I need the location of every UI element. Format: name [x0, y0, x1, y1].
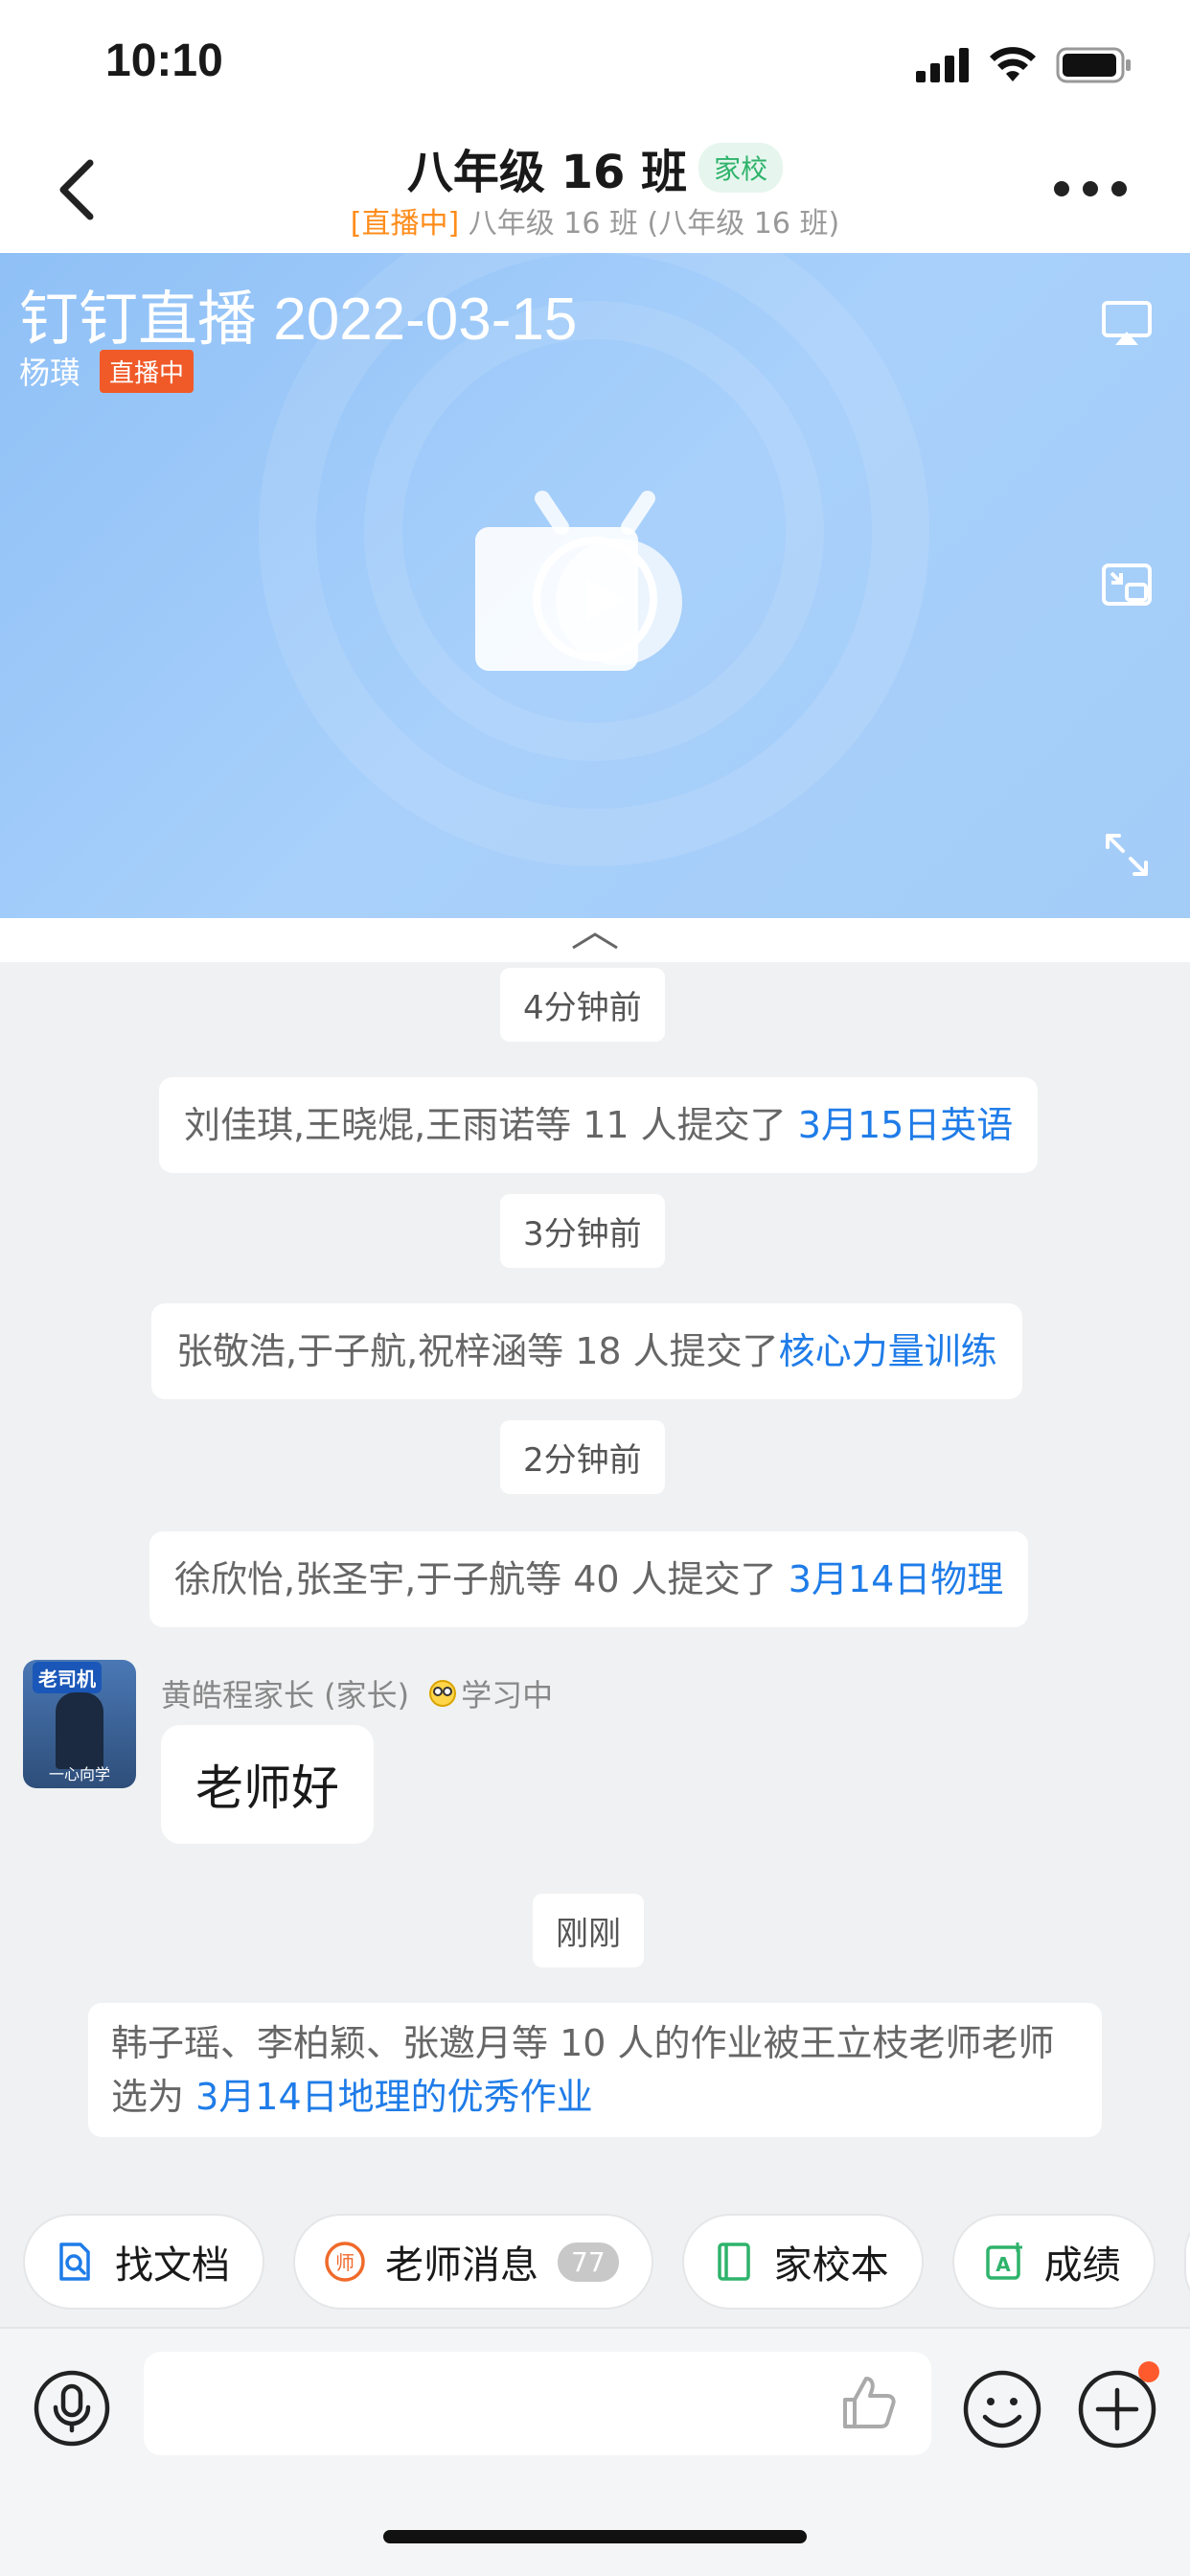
grade-icon: A — [985, 2242, 1022, 2280]
system-message-text: 徐欣怡,张圣宇,于子航等 40 人提交了 — [174, 1558, 789, 1600]
system-message: 韩子瑶、李柏颖、张邀月等 10 人的作业被王立枝老师老师 选为 3月14日地理的… — [88, 2003, 1102, 2137]
status-icons — [916, 46, 1133, 84]
message-input[interactable] — [144, 2352, 931, 2455]
status-bar: 10:10 — [0, 0, 1190, 126]
svg-text:师: 师 — [335, 2251, 355, 2274]
notebook-icon — [717, 2242, 750, 2281]
more-icon[interactable] — [1054, 174, 1127, 203]
page-title[interactable]: 八年级 16 班 — [407, 134, 687, 201]
live-author: 杨璜 — [19, 355, 81, 391]
message-bubble[interactable]: 老师好 — [161, 1725, 374, 1844]
airplay-icon[interactable] — [1100, 297, 1154, 351]
thumbs-up-icon[interactable] — [839, 2373, 897, 2432]
assignment-link[interactable]: 核心力量训练 — [779, 1330, 997, 1372]
timestamp: 3分钟前 — [500, 1194, 665, 1268]
find-document-button[interactable]: 找文档 — [23, 2214, 264, 2310]
live-video-player[interactable]: 钉钉直播 2022-03-15 杨璜 直播中 — [0, 253, 1190, 918]
excellent-homework-link[interactable]: 3月14日地理的优秀作业 — [195, 2076, 593, 2118]
notification-dot — [1138, 2361, 1159, 2382]
assignment-link[interactable]: 3月14日物理 — [789, 1558, 1004, 1600]
tool-label: 家校本 — [773, 2243, 889, 2288]
system-message: 刘佳琪,王晓焜,王雨诺等 11 人提交了 3月15日英语 — [159, 1077, 1039, 1173]
emoji-icon[interactable] — [962, 2369, 1042, 2450]
picture-in-picture-icon[interactable] — [1100, 560, 1154, 613]
unread-count-badge: 77 — [558, 2242, 619, 2282]
studying-emoji-icon — [429, 1680, 457, 1707]
grades-button[interactable]: A 成绩 — [951, 2214, 1156, 2310]
home-indicator[interactable] — [383, 2530, 807, 2543]
system-message: 张敬浩,于子航,祝梓涵等 18 人提交了核心力量训练 — [151, 1303, 1022, 1399]
system-message-text: 刘佳琪,王晓焜,王雨诺等 11 人提交了 — [184, 1104, 798, 1146]
fullscreen-icon[interactable] — [1100, 828, 1154, 882]
cellular-signal-icon — [916, 48, 969, 82]
more-tools-button[interactable] — [1183, 2214, 1190, 2310]
live-badge: 直播中 — [100, 349, 195, 393]
quick-tools-bar: 找文档 师 老师消息 77 家校本 A 成绩 — [0, 2214, 1190, 2310]
timestamp: 刚刚 — [533, 1894, 644, 1967]
tool-label: 找文档 — [115, 2243, 230, 2288]
svg-text:A: A — [995, 2253, 1011, 2276]
play-button[interactable] — [533, 537, 657, 661]
input-bar — [0, 2327, 1190, 2576]
wifi-icon — [990, 47, 1036, 81]
title-row: 八年级 16 班 家校 — [0, 134, 1190, 201]
nav-subtitle[interactable]: [直播中] 八年级 16 班 (八年级 16 班) — [0, 199, 1190, 242]
chevron-up-icon — [572, 932, 618, 950]
avatar-label: 老司机 — [33, 1662, 102, 1693]
status-time: 10:10 — [105, 35, 223, 86]
system-message: 徐欣怡,张圣宇,于子航等 40 人提交了 3月14日物理 — [149, 1531, 1029, 1627]
teacher-message-icon: 师 — [325, 2242, 365, 2282]
sender-status-text: 学习中 — [461, 1677, 554, 1714]
home-school-tag: 家校 — [698, 143, 784, 193]
avatar[interactable]: 老司机 一心向学 — [23, 1660, 136, 1788]
sender-name: 黄皓程家长 (家长) — [161, 1677, 410, 1714]
tool-label: 成绩 — [1043, 2243, 1121, 2288]
timestamp: 4分钟前 — [500, 968, 665, 1042]
sender-status: 学习中 — [428, 1671, 553, 1715]
avatar-figure — [56, 1692, 103, 1769]
voice-input-icon[interactable] — [33, 2369, 111, 2448]
tool-label: 老师消息 — [385, 2243, 538, 2288]
battery-icon — [1056, 47, 1131, 83]
sender-row: 黄皓程家长 (家长) 学习中 — [161, 1671, 553, 1715]
timestamp: 2分钟前 — [500, 1420, 665, 1494]
group-name: 八年级 16 班 (八年级 16 班) — [459, 207, 840, 241]
system-message-text: 张敬浩,于子航,祝梓涵等 18 人提交了 — [176, 1330, 779, 1372]
system-message-text-2: 选为 3月14日地理的优秀作业 — [111, 2076, 593, 2118]
collapse-video-button[interactable] — [0, 918, 1190, 962]
assignment-link[interactable]: 3月15日英语 — [798, 1104, 1014, 1146]
doc-search-icon — [59, 2242, 90, 2281]
home-school-notebook-button[interactable]: 家校本 — [681, 2214, 924, 2310]
live-status-label: [直播中] — [350, 207, 460, 241]
teacher-message-button[interactable]: 师 老师消息 77 — [293, 2214, 653, 2310]
system-message-text: 韩子瑶、李柏颖、张邀月等 10 人的作业被王立枝老师老师 — [111, 2022, 1055, 2064]
nav-bar: 八年级 16 班 家校 [直播中] 八年级 16 班 (八年级 16 班) — [0, 126, 1190, 253]
avatar-caption: 一心向学 — [48, 1765, 110, 1783]
live-title: 钉钉直播 2022-03-15 — [19, 287, 578, 353]
live-author-row: 杨璜 直播中 — [19, 349, 195, 393]
